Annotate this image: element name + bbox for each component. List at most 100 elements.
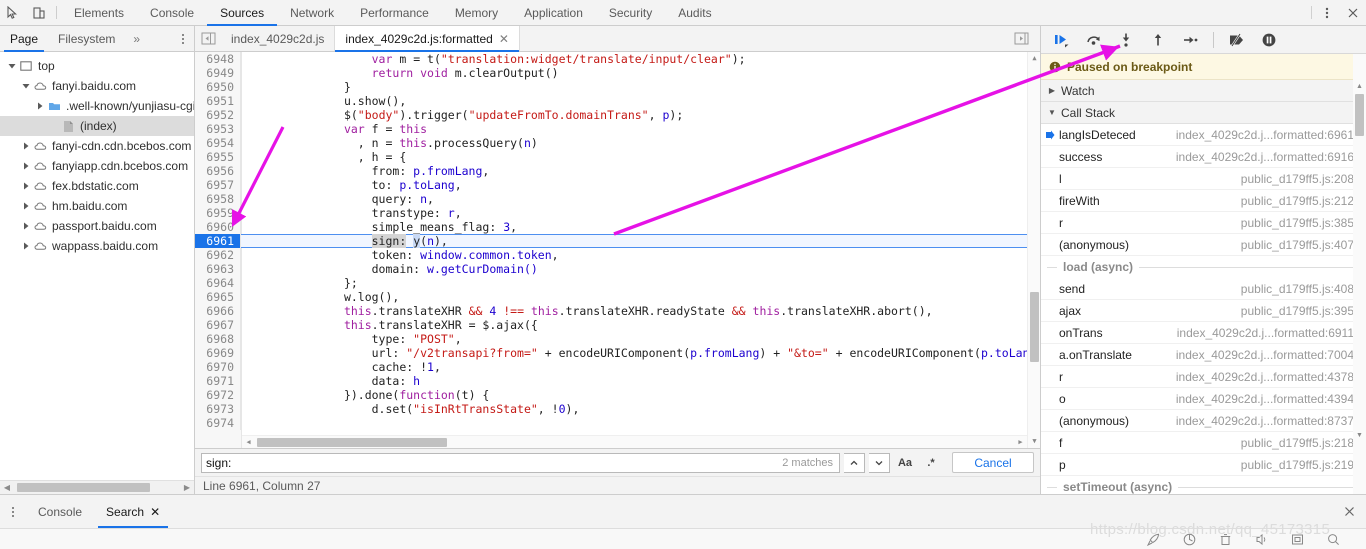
call-stack-frame[interactable]: o index_4029c2d.j...formatted:4394: [1041, 388, 1366, 410]
code-line[interactable]: 6964 };: [195, 276, 1040, 290]
tab-performance[interactable]: Performance: [347, 0, 442, 25]
tab-memory[interactable]: Memory: [442, 0, 511, 25]
close-tab-icon[interactable]: ✕: [499, 33, 509, 45]
tree-twisty[interactable]: [20, 142, 32, 150]
more-options-icon[interactable]: [1314, 0, 1340, 25]
scroll-right-icon[interactable]: ▶: [180, 483, 194, 492]
search-icon[interactable]: [1324, 530, 1342, 548]
editor-vertical-scrollbar[interactable]: ▲ ▼: [1027, 52, 1040, 448]
line-number[interactable]: 6973: [195, 402, 241, 416]
code-line[interactable]: 6974: [195, 416, 1040, 430]
call-stack-frame-location[interactable]: public_d179ff5.js:408: [1241, 282, 1366, 296]
code-line[interactable]: 6968 type: "POST",: [195, 332, 1040, 346]
line-number[interactable]: 6961: [195, 234, 241, 248]
search-prev-button[interactable]: [844, 452, 865, 473]
tree-twisty[interactable]: [20, 242, 32, 250]
trash-icon[interactable]: [1216, 530, 1234, 548]
call-stack-frame[interactable]: success index_4029c2d.j...formatted:6916: [1041, 146, 1366, 168]
device-toolbar-icon[interactable]: [26, 0, 52, 25]
line-number[interactable]: 6960: [195, 220, 241, 234]
navigator-tab-filesystem[interactable]: Filesystem: [48, 26, 125, 51]
tab-elements[interactable]: Elements: [61, 0, 137, 25]
call-stack-frame-location[interactable]: index_4029c2d.j...formatted:6911: [1177, 326, 1366, 340]
tree-item-fanyi-baidu-com[interactable]: fanyi.baidu.com: [0, 76, 194, 96]
watch-section-header[interactable]: ▶ Watch: [1041, 80, 1366, 102]
scroll-down-icon[interactable]: ▼: [1353, 429, 1366, 442]
line-number[interactable]: 6956: [195, 164, 241, 178]
line-number[interactable]: 6962: [195, 248, 241, 262]
match-case-toggle[interactable]: Aa: [894, 453, 916, 473]
line-number[interactable]: 6952: [195, 108, 241, 122]
line-number[interactable]: 6974: [195, 416, 241, 430]
navigator-tab-page[interactable]: Page: [0, 26, 48, 52]
tree-twisty[interactable]: [20, 182, 32, 190]
code-line[interactable]: 6958 query: n,: [195, 192, 1040, 206]
pause-on-exceptions-icon[interactable]: [1258, 29, 1280, 51]
scrollbar-thumb[interactable]: [1030, 292, 1039, 362]
call-stack-frame[interactable]: r public_d179ff5.js:385: [1041, 212, 1366, 234]
drawer-tab-search[interactable]: Search ✕: [94, 495, 172, 528]
line-number[interactable]: 6971: [195, 374, 241, 388]
tab-security[interactable]: Security: [596, 0, 665, 25]
line-number[interactable]: 6953: [195, 122, 241, 136]
call-stack-frame-location[interactable]: public_d179ff5.js:219: [1241, 458, 1366, 472]
call-stack-frame-location[interactable]: public_d179ff5.js:395: [1241, 304, 1366, 318]
rocket-icon[interactable]: [1144, 530, 1162, 548]
tree-item-fex-bdstatic-com[interactable]: fex.bdstatic.com: [0, 176, 194, 196]
show-navigator-icon[interactable]: [195, 26, 221, 51]
deactivate-breakpoints-icon[interactable]: [1226, 29, 1248, 51]
call-stack-frame[interactable]: send public_d179ff5.js:408: [1041, 278, 1366, 300]
search-input[interactable]: sign: 2 matches: [201, 452, 840, 473]
line-number[interactable]: 6951: [195, 94, 241, 108]
step-icon[interactable]: [1179, 29, 1201, 51]
tab-sources[interactable]: Sources: [207, 0, 278, 26]
tree-twisty[interactable]: [34, 102, 46, 110]
line-number[interactable]: 6950: [195, 80, 241, 94]
code-line[interactable]: 6957 to: p.toLang,: [195, 178, 1040, 192]
navigator-overflow-icon[interactable]: »: [125, 26, 148, 51]
call-stack-frame-location[interactable]: public_d179ff5.js:385: [1241, 216, 1366, 230]
code-line[interactable]: 6967 this.translateXHR = $.ajax({: [195, 318, 1040, 332]
code-line[interactable]: 6972 }).done(function(t) {: [195, 388, 1040, 402]
editor-horizontal-scrollbar[interactable]: ◀ ▶: [242, 435, 1027, 448]
code-line[interactable]: 6966 this.translateXHR && 4 !== this.tra…: [195, 304, 1040, 318]
code-editor[interactable]: 6948 var m = t("translation:widget/trans…: [195, 52, 1040, 448]
scroll-left-icon[interactable]: ◀: [242, 438, 255, 446]
scroll-down-icon[interactable]: ▼: [1028, 435, 1040, 448]
call-stack-section-header[interactable]: ▼ Call Stack: [1041, 102, 1366, 124]
code-line[interactable]: 6949 return void m.clearOutput(): [195, 66, 1040, 80]
search-cancel-button[interactable]: Cancel: [952, 452, 1034, 473]
call-stack-frame-location[interactable]: index_4029c2d.j...formatted:7004: [1176, 348, 1366, 362]
volume-icon[interactable]: [1252, 530, 1270, 548]
call-stack-frame-location[interactable]: index_4029c2d.j...formatted:6961: [1176, 128, 1366, 142]
call-stack-frame[interactable]: onTrans index_4029c2d.j...formatted:6911: [1041, 322, 1366, 344]
call-stack-frame[interactable]: a.onTranslate index_4029c2d.j...formatted…: [1041, 344, 1366, 366]
tree-item-hm-baidu-com[interactable]: hm.baidu.com: [0, 196, 194, 216]
line-number[interactable]: 6965: [195, 290, 241, 304]
call-stack-frame-location[interactable]: index_4029c2d.j...formatted:4378: [1176, 370, 1366, 384]
scrollbar-thumb[interactable]: [17, 483, 150, 492]
code-line[interactable]: 6956 from: p.fromLang,: [195, 164, 1040, 178]
window-icon[interactable]: [1288, 530, 1306, 548]
tree-twisty[interactable]: [20, 162, 32, 170]
close-devtools-icon[interactable]: [1340, 0, 1366, 25]
call-stack-frame-location[interactable]: index_4029c2d.j...formatted:8737: [1176, 414, 1366, 428]
scroll-left-icon[interactable]: ◀: [0, 483, 14, 492]
code-line[interactable]: 6973 d.set("isInRtTransState", !0),: [195, 402, 1040, 416]
drawer-tab-console[interactable]: Console: [26, 495, 94, 528]
tree-twisty[interactable]: [20, 222, 32, 230]
line-number[interactable]: 6963: [195, 262, 241, 276]
code-line[interactable]: 6955 , h = {: [195, 150, 1040, 164]
code-line[interactable]: 6960 simple_means_flag: 3,: [195, 220, 1040, 234]
tree-twisty[interactable]: [20, 202, 32, 210]
tree-item-index[interactable]: (index): [0, 116, 194, 136]
call-stack-frame[interactable]: f public_d179ff5.js:218: [1041, 432, 1366, 454]
scroll-up-icon[interactable]: ▲: [1028, 52, 1040, 65]
call-stack-frame[interactable]: langIsDeteced index_4029c2d.j...formatted…: [1041, 124, 1366, 146]
close-drawer-icon[interactable]: [1332, 495, 1366, 528]
line-number[interactable]: 6959: [195, 206, 241, 220]
source-tab-index-js[interactable]: index_4029c2d.js: [221, 26, 336, 51]
tab-network[interactable]: Network: [277, 0, 347, 25]
line-number[interactable]: 6967: [195, 318, 241, 332]
source-tab-index-js-formatted[interactable]: index_4029c2d.js:formatted ✕: [335, 26, 520, 52]
